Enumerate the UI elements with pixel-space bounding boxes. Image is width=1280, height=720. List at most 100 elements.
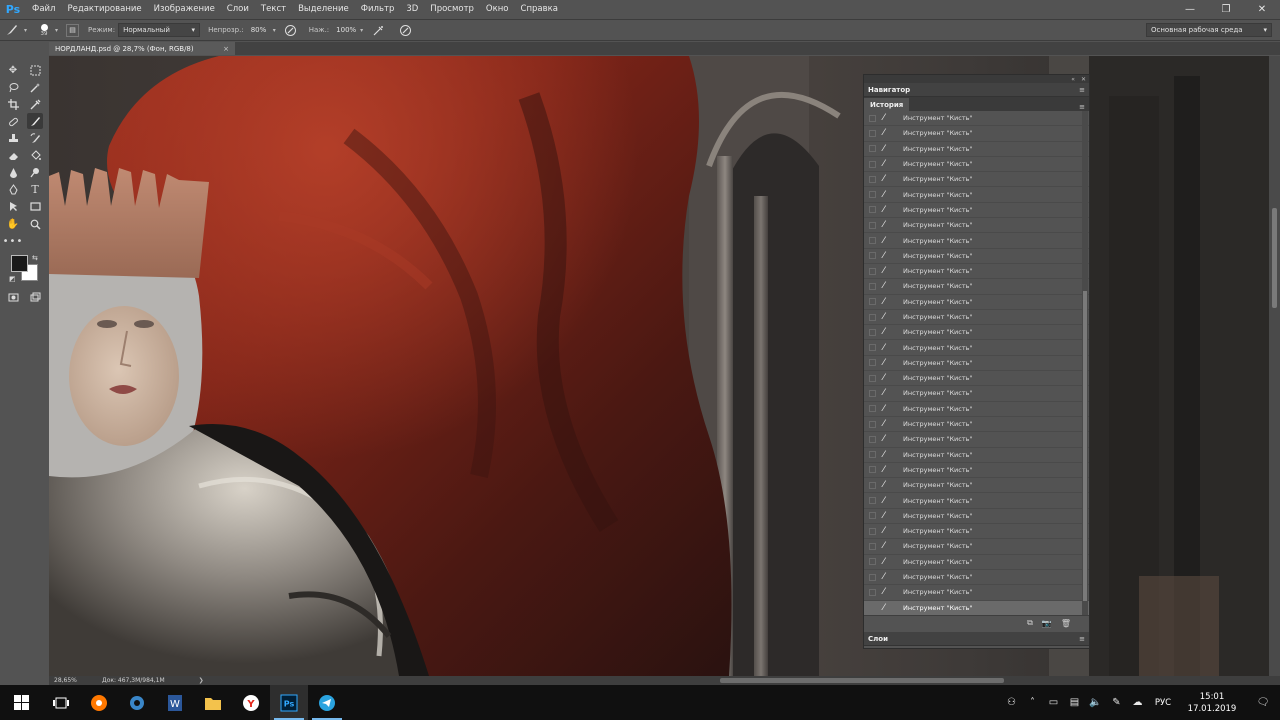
history-state-row[interactable]: ⁄ Инструмент "Кисть"	[864, 432, 1089, 448]
close-panel-icon[interactable]: ✕	[1081, 76, 1086, 83]
history-state-row[interactable]: ⁄ Инструмент "Кисть"	[864, 570, 1089, 586]
history-state-row[interactable]: ⁄ Инструмент "Кисть"	[864, 539, 1089, 555]
history-source-checkbox[interactable]	[869, 374, 876, 382]
history-state-row[interactable]: ⁄ Инструмент "Кисть"	[864, 356, 1089, 372]
eyedropper-tool-icon[interactable]	[27, 96, 43, 112]
document-tab[interactable]: НОРДЛАНД.psd @ 28,7% (Фон, RGB/8) ×	[49, 42, 235, 55]
menu-edit[interactable]: Редактирование	[61, 0, 147, 19]
yandex-browser-icon[interactable]: Y	[232, 685, 270, 720]
panel-menu-icon[interactable]: ≡	[1075, 86, 1089, 94]
history-state-row[interactable]: ⁄ Инструмент "Кисть"	[864, 111, 1089, 127]
flow-input[interactable]: 100%	[332, 23, 360, 37]
canvas-vertical-scrollbar[interactable]	[1269, 56, 1280, 676]
history-state-row[interactable]: ⁄ Инструмент "Кисть"	[864, 478, 1089, 494]
default-colors-icon[interactable]: ◩	[9, 275, 16, 283]
opacity-input[interactable]: 80%	[247, 23, 273, 37]
menu-select[interactable]: Выделение	[292, 0, 355, 19]
quick-mask-icon[interactable]	[5, 289, 21, 305]
menu-view[interactable]: Просмотр	[424, 0, 480, 19]
history-state-row[interactable]: ⁄ Инструмент "Кисть"	[864, 142, 1089, 157]
show-hidden-icons-icon[interactable]: ˄	[1022, 697, 1043, 708]
history-state-row[interactable]: ⁄ Инструмент "Кисть"	[864, 600, 1089, 615]
history-state-row[interactable]: ⁄ Инструмент "Кисть"	[864, 279, 1089, 295]
history-state-row[interactable]: ⁄ Инструмент "Кисть"	[864, 386, 1089, 402]
history-source-checkbox[interactable]	[869, 497, 876, 505]
history-state-row[interactable]: ⁄ Инструмент "Кисть"	[864, 187, 1089, 203]
screen-mode-icon[interactable]	[27, 289, 43, 305]
input-language[interactable]: РУС	[1148, 698, 1178, 708]
task-view-icon[interactable]	[42, 685, 80, 720]
menu-filter[interactable]: Фильтр	[355, 0, 401, 19]
scroll-thumb[interactable]	[1083, 291, 1087, 601]
snapshot-camera-icon[interactable]: 📷	[1042, 619, 1052, 628]
collapse-panels-icon[interactable]: «	[1071, 76, 1075, 83]
history-source-checkbox[interactable]	[869, 145, 876, 153]
history-source-checkbox[interactable]	[869, 451, 876, 459]
history-source-checkbox[interactable]	[869, 129, 876, 137]
history-source-checkbox[interactable]	[869, 435, 876, 443]
history-source-checkbox[interactable]	[869, 175, 876, 183]
history-source-checkbox[interactable]	[869, 588, 876, 596]
marquee-tool-icon[interactable]	[27, 62, 43, 78]
history-state-row[interactable]: ⁄ Инструмент "Кисть"	[864, 325, 1089, 341]
history-state-row[interactable]: ⁄ Инструмент "Кисть"	[864, 417, 1089, 433]
layers-panel-header[interactable]: Слои ≡	[864, 632, 1089, 646]
history-state-row[interactable]: ⁄ Инструмент "Кисть"	[864, 555, 1089, 570]
crop-tool-icon[interactable]	[5, 96, 21, 112]
pressure-opacity-icon[interactable]	[282, 21, 300, 39]
notifications-icon[interactable]: 🗨	[1246, 697, 1280, 708]
hand-tool-icon[interactable]: ✋	[5, 216, 21, 232]
status-menu-arrow-icon[interactable]: ❯	[199, 677, 204, 684]
history-state-row[interactable]: ⁄ Инструмент "Кисть"	[864, 264, 1089, 280]
history-source-checkbox[interactable]	[869, 237, 876, 245]
history-source-checkbox[interactable]	[869, 298, 876, 306]
menu-window[interactable]: Окно	[480, 0, 515, 19]
panel-menu-icon[interactable]: ≡	[1075, 103, 1089, 111]
path-selection-tool-icon[interactable]	[5, 198, 21, 214]
settings-gear-icon[interactable]	[118, 685, 156, 720]
photoshop-logo[interactable]: Ps	[0, 0, 26, 19]
eraser-tool-icon[interactable]	[5, 147, 21, 163]
history-source-checkbox[interactable]	[869, 160, 876, 168]
history-state-row[interactable]: ⁄ Инструмент "Кисть"	[864, 509, 1089, 525]
scroll-thumb[interactable]	[1272, 208, 1277, 308]
history-source-checkbox[interactable]	[869, 359, 876, 367]
history-state-row[interactable]: ⁄ Инструмент "Кисть"	[864, 340, 1089, 356]
photoshop-taskbar-icon[interactable]: Ps	[270, 685, 308, 720]
history-source-checkbox[interactable]	[869, 558, 876, 566]
more-tools-icon[interactable]: •••	[3, 233, 23, 249]
restore-icon[interactable]: ❐	[1208, 0, 1244, 19]
history-source-checkbox[interactable]	[869, 267, 876, 275]
history-source-checkbox[interactable]	[869, 206, 876, 214]
pressure-size-icon[interactable]	[396, 21, 414, 39]
foreground-color-swatch[interactable]	[11, 255, 28, 272]
lasso-tool-icon[interactable]	[5, 79, 21, 95]
close-icon[interactable]: ✕	[1244, 0, 1280, 19]
brush-tool-icon[interactable]	[27, 113, 43, 129]
history-state-row[interactable]: ⁄ Инструмент "Кисть"	[864, 448, 1089, 463]
history-state-row[interactable]: ⁄ Инструмент "Кисть"	[864, 157, 1089, 173]
history-scrollbar[interactable]	[1082, 111, 1088, 615]
volume-icon[interactable]: 🔈	[1085, 697, 1106, 708]
history-source-checkbox[interactable]	[869, 405, 876, 413]
canvas-horizontal-scroll-thumb[interactable]	[720, 678, 1004, 683]
menu-help[interactable]: Справка	[515, 0, 564, 19]
magic-wand-tool-icon[interactable]	[27, 79, 43, 95]
history-state-row[interactable]: ⁄ Инструмент "Кисть"	[864, 524, 1089, 540]
menu-layers[interactable]: Слои	[221, 0, 255, 19]
menu-file[interactable]: Файл	[26, 0, 61, 19]
history-source-checkbox[interactable]	[869, 542, 876, 550]
history-source-checkbox[interactable]	[869, 221, 876, 229]
pen-workspace-icon[interactable]: ✎	[1106, 697, 1127, 708]
history-source-checkbox[interactable]	[869, 313, 876, 321]
healing-brush-tool-icon[interactable]	[5, 113, 21, 129]
minimize-icon[interactable]: —	[1172, 0, 1208, 19]
paint-bucket-tool-icon[interactable]	[27, 147, 43, 163]
history-source-checkbox[interactable]	[869, 481, 876, 489]
panel-menu-icon[interactable]: ≡	[1075, 635, 1089, 643]
airbrush-icon[interactable]	[369, 21, 387, 39]
onedrive-icon[interactable]: ☁	[1127, 697, 1148, 708]
history-source-checkbox[interactable]	[869, 282, 876, 290]
clone-stamp-tool-icon[interactable]	[5, 130, 21, 146]
pen-tool-icon[interactable]	[5, 181, 21, 197]
